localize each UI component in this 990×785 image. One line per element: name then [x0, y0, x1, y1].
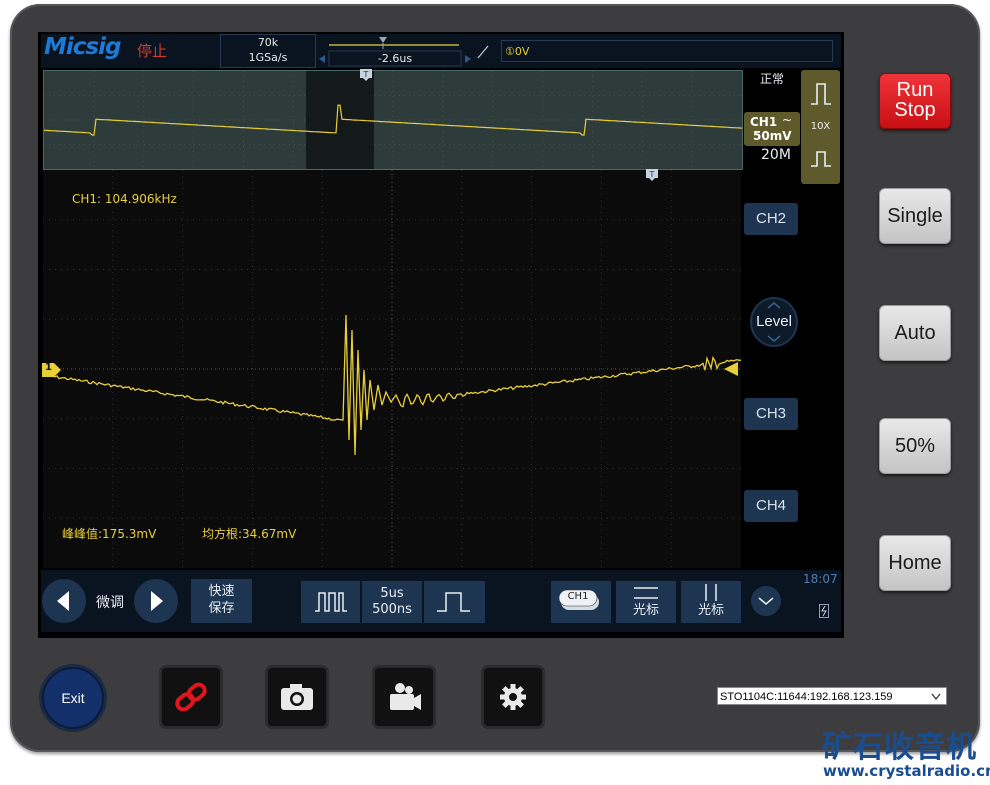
timebase-control[interactable]: 5us 500ns: [301, 581, 485, 623]
quick-save-line1: 快速: [208, 584, 235, 599]
horizontal-cursor-label: 光标: [632, 603, 659, 618]
run-stop-line2: Stop: [894, 99, 936, 121]
connect-button[interactable]: [161, 667, 221, 727]
gear-icon: [500, 684, 526, 710]
timebase-secondary: 500ns: [372, 602, 412, 617]
acquisition-info[interactable]: 70k 1GSa/s: [220, 34, 316, 68]
next-button[interactable]: [134, 579, 178, 623]
device-select[interactable]: STO1104C:11644:192.168.123.159: [717, 687, 947, 705]
svg-text:T: T: [363, 70, 369, 79]
arrow-left-icon: [57, 591, 69, 611]
peak-to-peak-measurement: 峰峰值:175.3mV: [62, 527, 157, 541]
run-status: 停止: [137, 42, 168, 60]
rms-measurement: 均方根:34.67mV: [202, 527, 297, 541]
watermark-url: www.crystalradio.cn: [823, 762, 990, 780]
prev-button[interactable]: [42, 579, 86, 623]
exit-button[interactable]: Exit: [42, 667, 104, 729]
run-stop-line1: Run: [896, 79, 934, 101]
timebase-primary: 5us: [380, 586, 404, 601]
quick-save-button[interactable]: 快速 保存: [191, 579, 252, 623]
device-select-value: STO1104C:11644:192.168.123.159: [720, 691, 893, 703]
camera-icon: [281, 684, 313, 710]
record-button[interactable]: [374, 667, 434, 727]
trigger-position-marker-icon[interactable]: T: [646, 169, 658, 181]
channel-select-button[interactable]: CH1: [551, 581, 611, 623]
ch1-probe-panel[interactable]: 10X: [801, 70, 840, 184]
quick-save-line2: 保存: [208, 601, 235, 616]
svg-text:T: T: [649, 170, 655, 179]
clock: 18:07: [803, 572, 838, 586]
auto-button[interactable]: Auto: [879, 305, 951, 361]
timebase-position[interactable]: -2.6us: [318, 34, 472, 68]
settings-button[interactable]: [483, 667, 543, 727]
arrow-right-icon: [151, 591, 163, 611]
ch3-button[interactable]: CH3: [744, 398, 798, 430]
overview-trigger-marker-icon: T: [360, 69, 372, 81]
fifty-percent-button[interactable]: 50%: [879, 418, 951, 474]
frequency-measurement: CH1: 104.906kHz: [72, 192, 177, 206]
battery-charging-icon: [819, 604, 829, 618]
horizontal-cursor-button[interactable]: 光标: [616, 581, 676, 623]
chevron-down-icon: [931, 693, 941, 701]
video-camera-icon: [390, 683, 421, 710]
trigger-level-arrow-icon[interactable]: [724, 362, 738, 376]
ch2-button[interactable]: CH2: [744, 203, 798, 235]
overview-waveform: [43, 71, 743, 169]
vertical-cursor-button[interactable]: 光标: [681, 581, 741, 623]
more-menu-button[interactable]: [751, 586, 781, 616]
bandwidth-limit[interactable]: 20M: [761, 147, 791, 163]
screenshot-button[interactable]: [267, 667, 327, 727]
level-label: Level: [756, 313, 792, 330]
fine-adjust-label: 微调: [96, 595, 124, 611]
ch1-chip-icon: [558, 589, 599, 610]
ch1-settings-button[interactable]: CH1 ~ 50mV: [744, 112, 800, 146]
memory-depth: 70k: [257, 36, 279, 49]
trigger-mode[interactable]: 正常: [760, 70, 784, 87]
run-stop-button[interactable]: Run Stop: [879, 73, 951, 129]
ch1-label: CH1: [750, 115, 778, 129]
waveform-grid: [42, 170, 742, 568]
level-knob[interactable]: Level: [750, 297, 798, 347]
vertical-cursor-label: 光标: [697, 603, 724, 618]
ch4-button[interactable]: CH4: [744, 490, 798, 522]
waveform-overview[interactable]: [43, 70, 743, 170]
ch1-chip-label: CH1: [567, 591, 589, 602]
probe-ratio: 10X: [810, 121, 831, 132]
single-button[interactable]: Single: [879, 188, 951, 244]
chevron-down-icon: [758, 597, 774, 606]
ac-coupling-icon: ~: [782, 113, 793, 127]
brand-logo: Micsig: [44, 34, 121, 60]
ch1-marker-label: 1: [45, 362, 52, 373]
ch1-ground-marker[interactable]: 1: [42, 362, 62, 377]
sample-rate: 1GSa/s: [248, 51, 288, 64]
watermark-title: 矿石收音机: [822, 730, 977, 765]
link-icon: [175, 682, 207, 712]
home-button[interactable]: Home: [879, 535, 951, 591]
timebase-offset: -2.6us: [377, 52, 413, 65]
ch1-scale: 50mV: [753, 129, 792, 143]
trigger-level[interactable]: ①0V: [501, 40, 833, 62]
rising-edge-icon[interactable]: [476, 44, 490, 60]
waveform-display[interactable]: [42, 170, 742, 568]
